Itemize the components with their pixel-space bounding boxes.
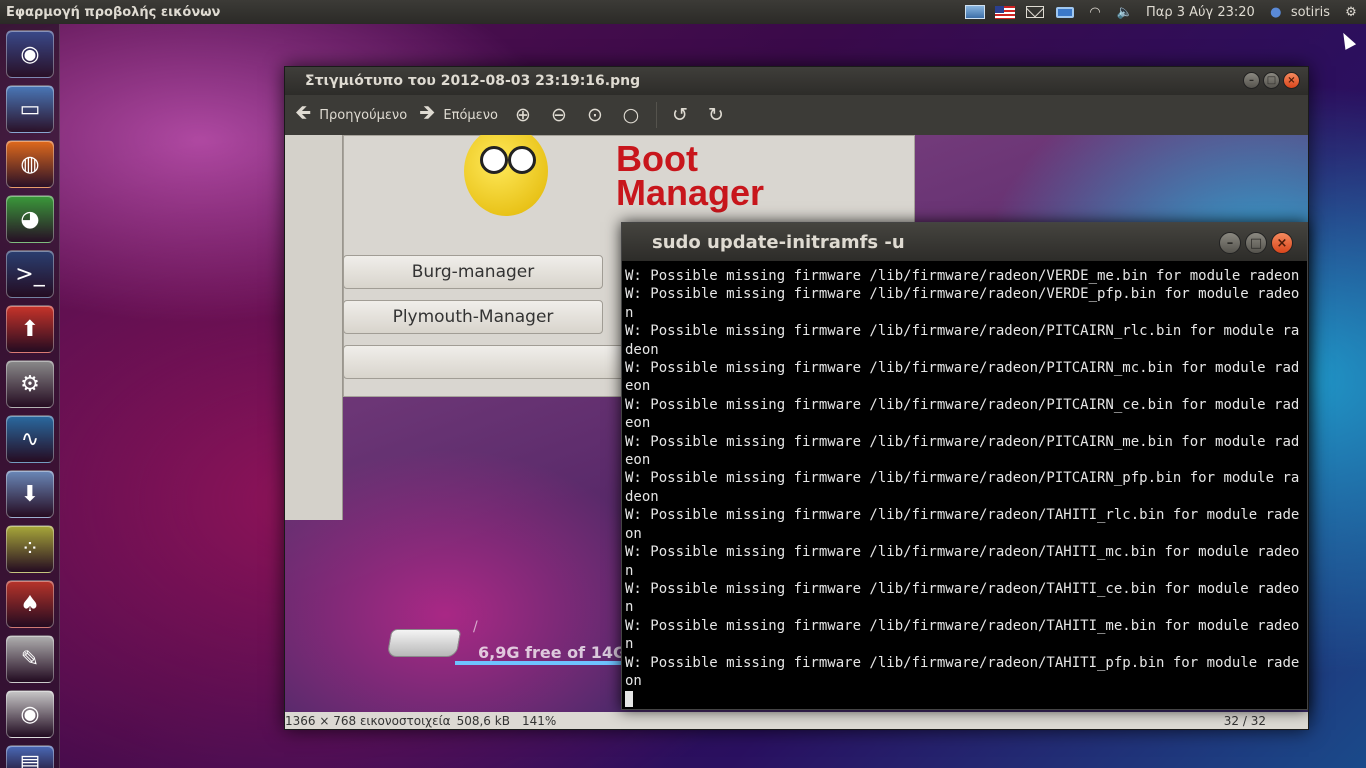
battery-icon[interactable] bbox=[1054, 4, 1076, 20]
drive-free-space: 6,9G free of 14G bbox=[478, 643, 627, 662]
terminal-line: W: Possible missing firmware /lib/firmwa… bbox=[625, 617, 1300, 634]
firefox-icon[interactable]: ◍ bbox=[6, 140, 54, 188]
top-panel: Εφαρμογή προβολής εικόνων ◠ 🔈 Παρ 3 Αύγ … bbox=[0, 0, 1366, 24]
burg-manager-button: Burg-manager bbox=[343, 255, 603, 289]
minimize-icon[interactable]: – bbox=[1243, 72, 1260, 89]
display-icon[interactable] bbox=[964, 4, 986, 20]
next-label: Επόμενο bbox=[443, 107, 498, 123]
previous-label: Προηγούμενο bbox=[319, 107, 408, 123]
app-menu-title[interactable]: Εφαρμογή προβολής εικόνων bbox=[0, 5, 220, 20]
arrow-right-icon: 🡺 bbox=[419, 100, 436, 124]
viewer-window-controls: – □ × bbox=[1243, 72, 1300, 89]
terminal-icon[interactable]: >_ bbox=[6, 250, 54, 298]
terminal-cursor bbox=[625, 691, 633, 707]
terminal-line: deon bbox=[625, 488, 659, 505]
user-icon[interactable]: ● bbox=[1265, 4, 1287, 20]
terminal-line: eon bbox=[625, 452, 651, 469]
gear-icon[interactable]: ⚙ bbox=[1340, 4, 1362, 20]
installer-icon[interactable]: ⬇ bbox=[6, 470, 54, 518]
drive-label: / bbox=[473, 619, 478, 635]
terminal-line: W: Possible missing firmware /lib/firmwa… bbox=[625, 396, 1300, 413]
terminal-line: W: Possible missing firmware /lib/firmwa… bbox=[625, 360, 1300, 377]
terminal-line: W: Possible missing firmware /lib/firmwa… bbox=[625, 433, 1300, 450]
user-name[interactable]: sotiris bbox=[1291, 5, 1330, 20]
mail-icon[interactable] bbox=[1024, 4, 1046, 20]
terminal-line: W: Possible missing firmware /lib/firmwa… bbox=[625, 268, 1300, 284]
terminal-line: W: Possible missing firmware /lib/firmwa… bbox=[625, 507, 1300, 524]
game-icon[interactable]: ⁘ bbox=[6, 525, 54, 573]
next-button[interactable]: 🡺 Επόμενο bbox=[419, 98, 498, 132]
updater-icon[interactable]: ⬆ bbox=[6, 305, 54, 353]
terminal-output[interactable]: W: Possible missing firmware /lib/firmwa… bbox=[622, 261, 1307, 707]
rotate-left-icon[interactable]: ↺ bbox=[667, 102, 693, 128]
viewer-statusbar: 1366 × 768 εικονοστοιχεία 508,6 kB 141% … bbox=[285, 712, 1308, 729]
launcher: ◉ ▭ ◍ ◕ >_ ⬆ ⚙ ∿ ⬇ ⁘ ♠ ✎ ◉ ▤ bbox=[0, 24, 60, 768]
maximize-icon[interactable]: □ bbox=[1263, 72, 1280, 89]
terminal-title: sudo update-initramfs -u bbox=[652, 231, 905, 253]
volume-icon[interactable]: 🔈 bbox=[1114, 4, 1136, 20]
terminal-window: sudo update-initramfs -u – □ × W: Possib… bbox=[621, 222, 1308, 710]
screenshot-sidebar bbox=[285, 135, 343, 520]
image-size: 508,6 kB bbox=[456, 713, 510, 728]
us-flag-icon[interactable] bbox=[994, 4, 1016, 20]
terminal-line: n bbox=[625, 636, 634, 653]
rotate-right-icon[interactable]: ↻ bbox=[703, 102, 729, 128]
terminal-line: eon bbox=[625, 415, 651, 432]
maximize-icon[interactable]: □ bbox=[1245, 232, 1267, 254]
viewer-title: Στιγμιότυπο του 2012-08-03 23:19:16.png bbox=[305, 73, 641, 89]
indicator-area: ◠ 🔈 Παρ 3 Αύγ 23:20 ● sotiris ⚙ bbox=[960, 0, 1366, 24]
terminal-line: eon bbox=[625, 378, 651, 395]
chrome-icon[interactable]: ◕ bbox=[6, 195, 54, 243]
toolbar-separator bbox=[655, 102, 657, 128]
terminal-line: n bbox=[625, 304, 634, 321]
octopus-logo-icon bbox=[464, 135, 548, 216]
scanner-icon[interactable]: ▤ bbox=[6, 745, 54, 768]
terminal-line: W: Possible missing firmware /lib/firmwa… bbox=[625, 580, 1300, 597]
viewer-titlebar[interactable]: Στιγμιότυπο του 2012-08-03 23:19:16.png … bbox=[285, 67, 1308, 95]
drawing-icon[interactable]: ✎ bbox=[6, 635, 54, 683]
arrow-left-icon: 🡸 bbox=[295, 100, 312, 124]
terminal-line: W: Possible missing firmware /lib/firmwa… bbox=[625, 323, 1300, 340]
terminal-line: W: Possible missing firmware /lib/firmwa… bbox=[625, 544, 1300, 561]
terminal-line: W: Possible missing firmware /lib/firmwa… bbox=[625, 654, 1300, 671]
drive-icon bbox=[386, 629, 462, 657]
system-monitor-icon[interactable]: ∿ bbox=[6, 415, 54, 463]
image-position: 32 / 32 bbox=[1223, 713, 1266, 728]
files-icon[interactable]: ▭ bbox=[6, 85, 54, 133]
close-icon[interactable]: × bbox=[1271, 232, 1293, 254]
zoom-normal-icon[interactable]: ⊙ bbox=[582, 102, 608, 128]
drive-usage-bar bbox=[455, 661, 625, 665]
clock[interactable]: Παρ 3 Αύγ 23:20 bbox=[1146, 5, 1255, 20]
zoom-out-icon[interactable]: ⊖ bbox=[546, 102, 572, 128]
plymouth-manager-button: Plymouth-Manager bbox=[343, 300, 603, 334]
terminal-line: n bbox=[625, 599, 634, 616]
image-dimensions: 1366 × 768 εικονοστοιχεία bbox=[285, 713, 451, 728]
terminal-line: W: Possible missing firmware /lib/firmwa… bbox=[625, 470, 1300, 487]
wifi-icon[interactable]: ◠ bbox=[1084, 4, 1106, 20]
viewer-toolbar: 🡸 Προηγούμενο 🡺 Επόμενο ⊕ ⊖ ⊙ ○ ↺ ↻ bbox=[285, 95, 1308, 135]
system-settings-icon[interactable]: ⚙ bbox=[6, 360, 54, 408]
logo-text: Boot Manager bbox=[616, 138, 765, 213]
terminal-line: n bbox=[625, 562, 634, 579]
previous-button[interactable]: 🡸 Προηγούμενο bbox=[295, 98, 407, 132]
terminal-titlebar[interactable]: sudo update-initramfs -u – □ × bbox=[622, 223, 1307, 261]
terminal-line: on bbox=[625, 525, 642, 542]
ubuntu-home-icon[interactable]: ◉ bbox=[6, 30, 54, 78]
zoom-in-icon[interactable]: ⊕ bbox=[510, 102, 536, 128]
zoom-level: 141% bbox=[521, 713, 557, 728]
zoom-fit-icon[interactable]: ○ bbox=[618, 102, 644, 128]
mouse-pointer-icon bbox=[1337, 30, 1357, 50]
terminal-line: on bbox=[625, 672, 642, 689]
terminal-window-controls: – □ × bbox=[1219, 232, 1293, 254]
close-icon[interactable]: × bbox=[1283, 72, 1300, 89]
minimize-icon[interactable]: – bbox=[1219, 232, 1241, 254]
image-viewer-icon[interactable]: ◉ bbox=[6, 690, 54, 738]
terminal-line: W: Possible missing firmware /lib/firmwa… bbox=[625, 286, 1300, 303]
solitaire-icon[interactable]: ♠ bbox=[6, 580, 54, 628]
terminal-line: deon bbox=[625, 341, 659, 358]
